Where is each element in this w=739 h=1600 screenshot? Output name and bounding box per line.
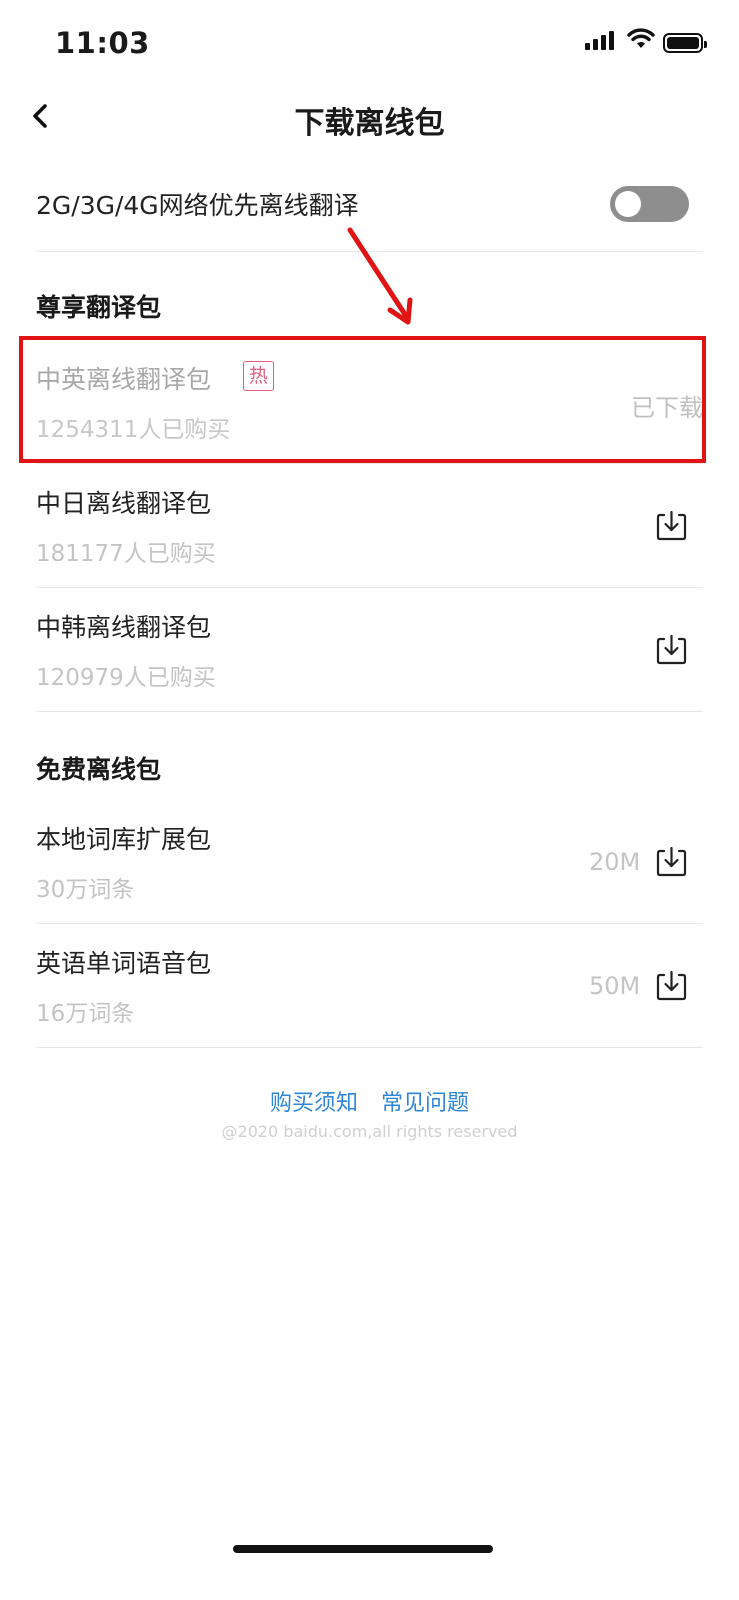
page-title: 下载离线包: [294, 106, 445, 141]
divider: [36, 463, 703, 464]
footer-links: 购买须知 常见问题: [0, 1085, 739, 1117]
divider: [36, 587, 703, 588]
status-bar: 11:03: [0, 0, 739, 90]
download-icon[interactable]: [655, 633, 688, 666]
purchase-notice-link[interactable]: 购买须知: [270, 1091, 358, 1116]
battery-icon: [663, 33, 707, 53]
item-title: 中日离线翻译包: [36, 489, 212, 518]
annotation-arrow-icon: [347, 227, 413, 325]
network-priority-toggle[interactable]: [610, 186, 689, 222]
signal-icon: [585, 31, 614, 50]
annotation-highlight-box: [19, 336, 706, 463]
download-icon[interactable]: [655, 969, 688, 1002]
download-icon[interactable]: [655, 845, 688, 878]
item-subtitle: 30万词条: [36, 877, 135, 903]
divider: [36, 923, 703, 924]
copyright-text: @2020 baidu.com,all rights reserved: [221, 1122, 518, 1141]
status-time: 11:03: [55, 26, 150, 60]
network-priority-label: 2G/3G/4G网络优先离线翻译: [36, 191, 359, 220]
wifi-icon: [627, 28, 655, 48]
toggle-knob: [615, 191, 641, 217]
divider: [36, 711, 703, 712]
download-icon[interactable]: [655, 509, 688, 542]
item-subtitle: 16万词条: [36, 1001, 135, 1027]
premium-section-heading: 尊享翻译包: [36, 293, 162, 322]
item-title: 本地词库扩展包: [36, 825, 212, 854]
divider: [36, 1047, 703, 1048]
item-subtitle: 181177人已购买: [36, 541, 216, 567]
item-title: 英语单词语音包: [36, 949, 212, 978]
free-section-heading: 免费离线包: [36, 755, 162, 784]
package-size: 20M: [589, 848, 641, 876]
item-title: 中韩离线翻译包: [36, 613, 212, 642]
home-indicator[interactable]: [233, 1545, 493, 1553]
faq-link[interactable]: 常见问题: [381, 1091, 469, 1116]
item-subtitle: 120979人已购买: [36, 665, 216, 691]
nav-bar: 下载离线包: [0, 90, 739, 150]
package-size: 50M: [589, 972, 641, 1000]
